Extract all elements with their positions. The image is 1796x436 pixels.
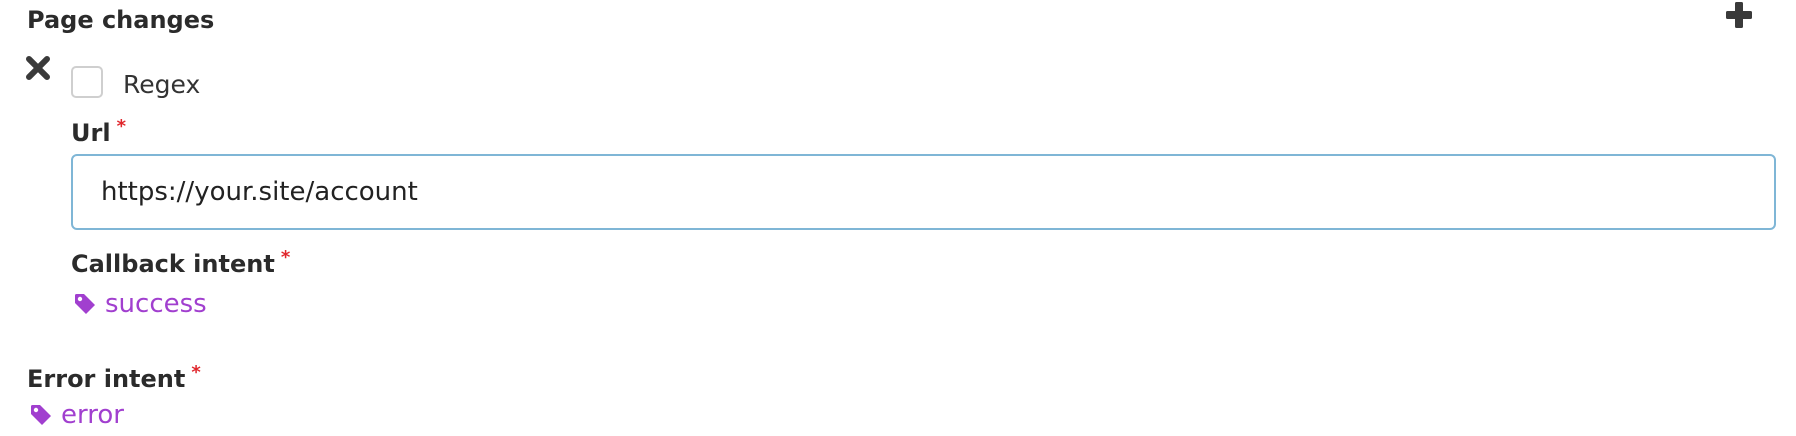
callback-intent-tag[interactable]: success xyxy=(73,287,207,321)
tag-icon xyxy=(31,405,51,425)
error-intent-tag-label: error xyxy=(61,400,124,430)
callback-intent-label-text: Callback intent xyxy=(71,250,275,278)
required-mark: * xyxy=(116,116,126,137)
url-label: Url * xyxy=(71,116,126,150)
remove-page-change-button[interactable] xyxy=(25,55,51,81)
error-intent-label: Error intent * xyxy=(27,362,201,396)
regex-label: Regex xyxy=(123,70,201,99)
section-title: Page changes xyxy=(27,6,215,34)
plus-icon xyxy=(1726,2,1752,28)
tag-icon xyxy=(75,294,95,314)
error-intent-label-text: Error intent xyxy=(27,365,186,393)
callback-intent-tag-label: success xyxy=(105,289,207,319)
add-page-change-button[interactable] xyxy=(1724,0,1754,30)
regex-checkbox[interactable] xyxy=(71,66,103,98)
required-mark: * xyxy=(191,362,201,383)
callback-intent-label: Callback intent * xyxy=(71,247,290,281)
url-input[interactable] xyxy=(71,154,1776,230)
url-label-text: Url xyxy=(71,119,111,147)
required-mark: * xyxy=(280,247,291,268)
close-icon xyxy=(26,56,50,80)
error-intent-tag[interactable]: error xyxy=(29,398,124,432)
page-changes-panel: Page changes Regex Url* Callback intent*… xyxy=(0,0,1796,436)
